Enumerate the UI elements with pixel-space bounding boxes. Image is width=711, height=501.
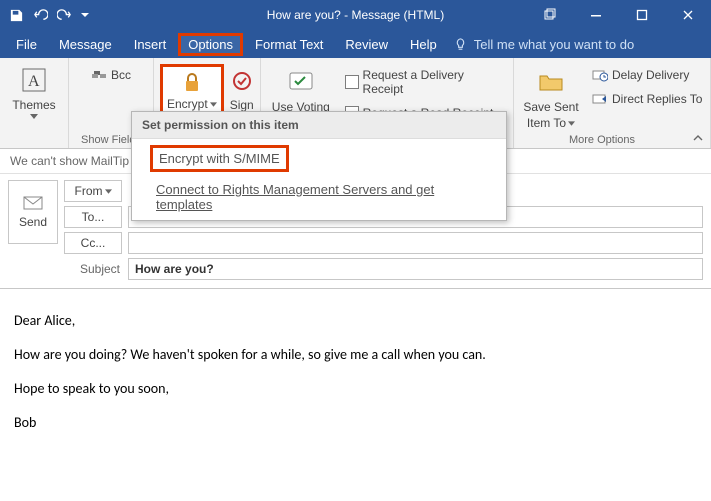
connect-rms-item[interactable]: Connect to Rights Management Servers and…: [132, 174, 506, 220]
direct-replies-icon: [592, 92, 608, 106]
undo-icon[interactable]: [32, 7, 48, 23]
group-more-options: Save Sent Item To Delay Delivery Direct …: [514, 58, 711, 148]
sign-label: Sign: [230, 98, 254, 112]
encrypt-label: Encrypt: [167, 97, 208, 111]
body-line: Bob: [14, 409, 697, 437]
themes-label: Themes: [12, 98, 55, 112]
quick-access-toolbar: [0, 7, 90, 23]
themes-button[interactable]: A Themes: [10, 62, 57, 121]
to-button[interactable]: To...: [64, 206, 122, 228]
body-line: How are you doing? We haven't spoken for…: [14, 341, 697, 369]
save-icon[interactable]: [8, 7, 24, 23]
save-sent-l2: Item To: [527, 116, 566, 130]
menu-review[interactable]: Review: [335, 33, 398, 56]
subject-label: Subject: [64, 262, 122, 276]
more-options-label: More Options: [514, 132, 690, 146]
send-label: Send: [19, 215, 47, 229]
from-button[interactable]: From: [64, 180, 122, 202]
qat-dropdown-icon[interactable]: [80, 7, 90, 23]
collapse-ribbon-icon[interactable]: [692, 134, 704, 144]
menu-help[interactable]: Help: [400, 33, 447, 56]
body-line: Hope to speak to you soon,: [14, 375, 697, 403]
request-delivery-label: Request a Delivery Receipt: [363, 68, 507, 96]
close-button[interactable]: [665, 0, 711, 30]
maximize-button[interactable]: [619, 0, 665, 30]
direct-replies-button[interactable]: Direct Replies To: [592, 92, 702, 106]
voting-icon: [285, 66, 317, 98]
encrypt-button[interactable]: Encrypt: [160, 64, 224, 116]
lightbulb-icon: [453, 37, 468, 52]
bcc-label: Bcc: [111, 68, 131, 82]
message-body[interactable]: Dear Alice, How are you doing? We haven'…: [0, 288, 711, 461]
svg-text:A: A: [28, 73, 40, 90]
bcc-icon: [91, 69, 107, 81]
window-controls: [527, 0, 711, 30]
minimize-button[interactable]: [573, 0, 619, 30]
encrypt-smime-item[interactable]: Encrypt with S/MIME: [150, 145, 289, 172]
cc-input[interactable]: [128, 232, 703, 254]
menu-bar: File Message Insert Options Format Text …: [0, 30, 711, 58]
sign-button[interactable]: Sign: [228, 66, 256, 114]
delay-delivery-button[interactable]: Delay Delivery: [592, 68, 702, 82]
menu-insert[interactable]: Insert: [124, 33, 177, 56]
menu-format-text[interactable]: Format Text: [245, 33, 333, 56]
lock-icon: [178, 69, 206, 97]
chevron-down-icon: [30, 114, 38, 119]
tell-me-label: Tell me what you want to do: [474, 37, 634, 52]
save-sent-l1: Save Sent: [523, 100, 578, 114]
group-themes: A Themes: [0, 58, 69, 148]
delay-delivery-icon: [592, 68, 608, 82]
sign-icon: [230, 68, 254, 96]
folder-icon: [535, 66, 567, 98]
cc-button[interactable]: Cc...: [64, 232, 122, 254]
subject-input[interactable]: [128, 258, 703, 280]
cc-row: Cc...: [64, 232, 703, 254]
body-line: Dear Alice,: [14, 307, 697, 335]
send-button[interactable]: Send: [8, 180, 58, 244]
request-delivery-checkbox[interactable]: Request a Delivery Receipt: [345, 68, 507, 96]
mailtips-text: We can't show MailTip: [10, 154, 129, 168]
themes-icon: A: [18, 64, 50, 96]
titlebar: How are you? - Message (HTML): [0, 0, 711, 30]
tell-me-search[interactable]: Tell me what you want to do: [453, 37, 634, 52]
ribbon: A Themes Bcc Show Fields Encrypt Sig: [0, 58, 711, 149]
window-popup-icon[interactable]: [527, 0, 573, 30]
chevron-down-icon: [568, 121, 575, 126]
menu-message[interactable]: Message: [49, 33, 122, 56]
save-sent-button[interactable]: Save Sent Item To: [520, 64, 582, 132]
encrypt-dropdown: Set permission on this item Encrypt with…: [131, 111, 507, 221]
chevron-down-icon: [210, 102, 217, 107]
send-icon: [23, 196, 43, 212]
delay-delivery-label: Delay Delivery: [612, 68, 689, 82]
menu-file[interactable]: File: [6, 33, 47, 56]
direct-replies-label: Direct Replies To: [612, 92, 702, 106]
redo-icon[interactable]: [56, 7, 72, 23]
menu-options[interactable]: Options: [178, 33, 243, 56]
bcc-button[interactable]: Bcc: [91, 68, 131, 82]
dropdown-header: Set permission on this item: [132, 112, 506, 139]
checkbox-icon: [345, 75, 359, 89]
chevron-down-icon: [105, 189, 112, 194]
subject-row: Subject: [64, 258, 703, 280]
